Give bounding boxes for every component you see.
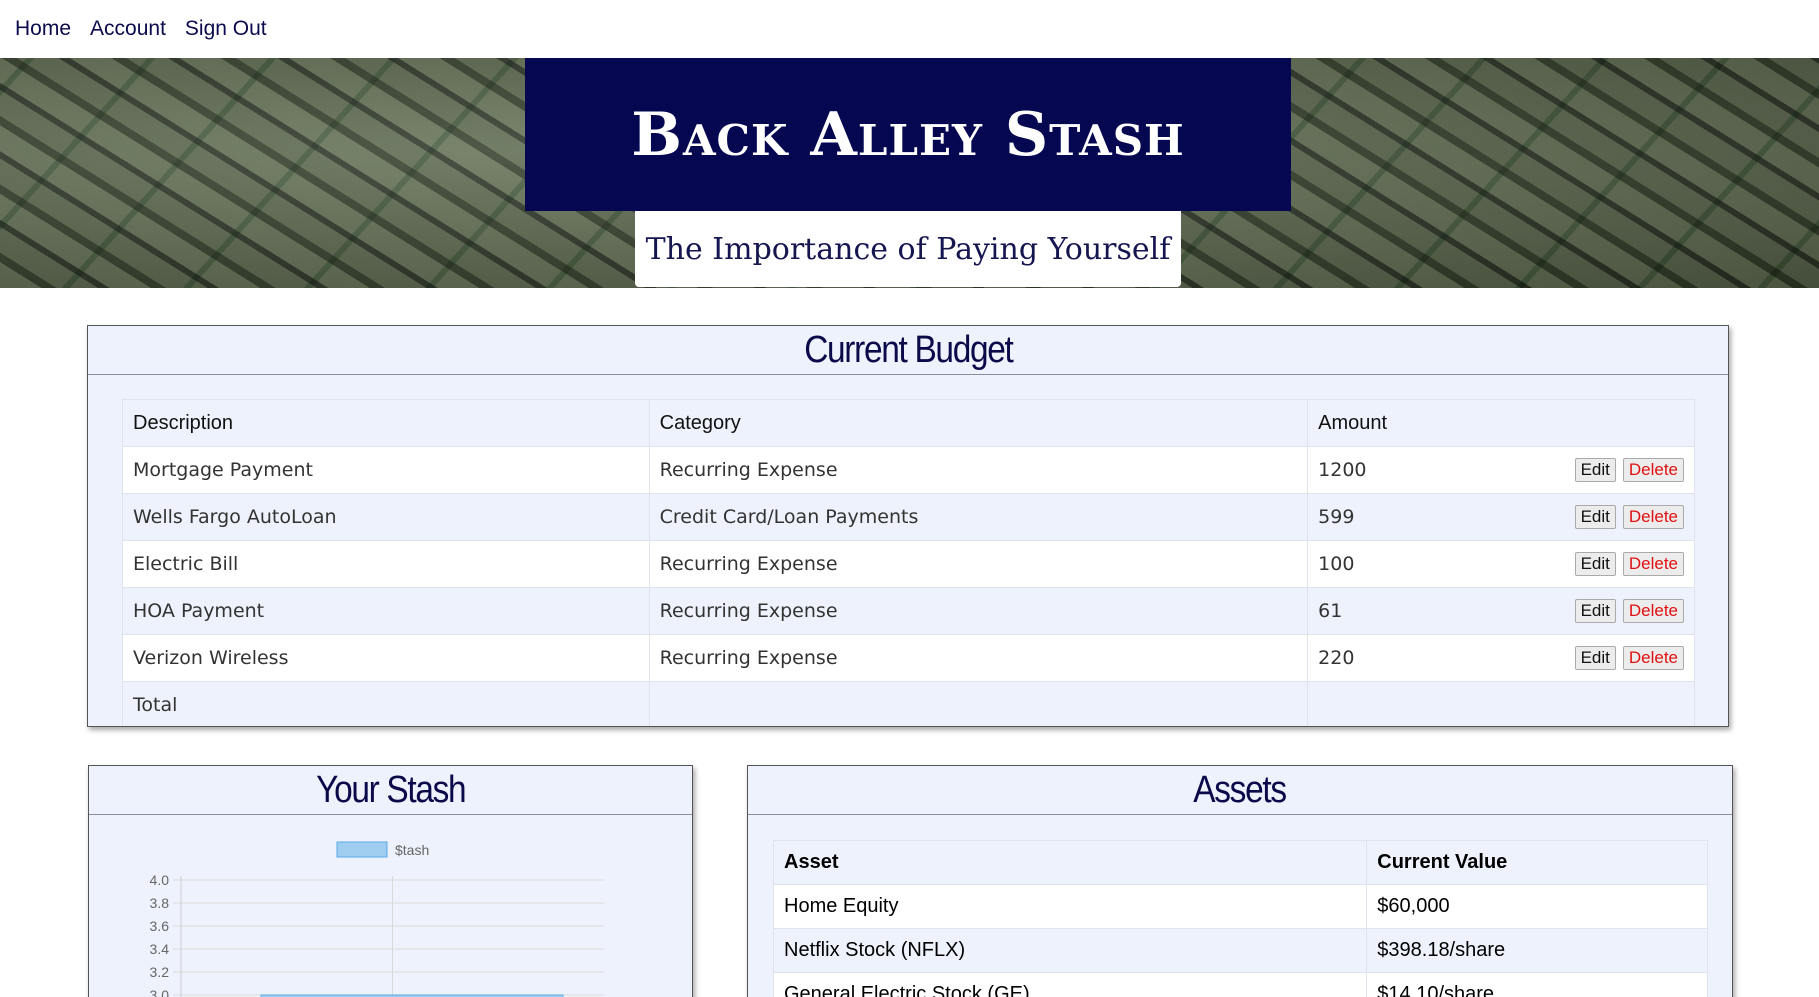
- total-row: Total: [122, 681, 1695, 726]
- table-row: Verizon Wireless Recurring Expense 220 Ed…: [122, 634, 1695, 682]
- site-title-box: Back Alley Stash: [525, 58, 1291, 211]
- row-amount: 220: [1318, 647, 1355, 669]
- y-tick-label: 3.2: [150, 964, 170, 980]
- total-amount-cell: [1307, 681, 1695, 726]
- table-row: Wells Fargo AutoLoan Credit Card/Loan Pa…: [122, 493, 1695, 541]
- legend-label: $tash: [395, 842, 429, 858]
- assets-header: Assets: [748, 766, 1732, 815]
- y-tick-label: 3.6: [150, 918, 170, 934]
- y-tick-label: 3.4: [150, 941, 170, 957]
- asset-name: Netflix Stock (NFLX): [772, 928, 1368, 973]
- total-label: Total: [122, 681, 650, 726]
- stash-header: Your Stash: [89, 766, 692, 815]
- edit-button[interactable]: Edit: [1574, 646, 1616, 670]
- row-category: Recurring Expense: [648, 587, 1309, 635]
- row-amount-cell: 220 Edit Delete: [1307, 634, 1695, 682]
- delete-button[interactable]: Delete: [1622, 599, 1684, 623]
- budget-title: Current Budget: [803, 328, 1014, 371]
- column-header-description: Description: [122, 399, 650, 447]
- row-description: HOA Payment: [122, 587, 650, 635]
- site-title: Back Alley Stash: [631, 99, 1185, 170]
- row-amount: 1200: [1318, 459, 1367, 481]
- column-header-current-value: Current Value: [1366, 840, 1708, 885]
- hero-banner: Back Alley Stash The Importance of Payin…: [0, 58, 1819, 288]
- nav-signout-link[interactable]: Sign Out: [185, 17, 267, 41]
- edit-button[interactable]: Edit: [1574, 505, 1616, 529]
- y-tick-label: 3.0: [150, 987, 170, 997]
- row-amount: 599: [1318, 506, 1355, 528]
- legend-swatch: [336, 841, 388, 858]
- row-category: Credit Card/Loan Payments: [648, 493, 1309, 541]
- site-subtitle-box: The Importance of Paying Yourself: [635, 211, 1181, 287]
- asset-name: Home Equity: [772, 884, 1368, 929]
- y-tick-label: 3.8: [150, 895, 170, 911]
- stash-bar-chart: $tash 4.0 3.8 3.6 3.4 3.2 3.0: [150, 841, 604, 997]
- row-description: Wells Fargo AutoLoan: [122, 493, 650, 541]
- table-row: Electric Bill Recurring Expense 100 Edit D…: [122, 540, 1695, 588]
- edit-button[interactable]: Edit: [1574, 458, 1616, 482]
- column-header-amount: Amount: [1307, 399, 1695, 447]
- your-stash-panel: Your Stash $tash 4.0 3.8 3.6 3.4 3.2 3.0: [88, 765, 693, 997]
- table-row: HOA Payment Recurring Expense 61 Edit Dele…: [122, 587, 1695, 635]
- row-amount: 100: [1318, 553, 1355, 575]
- delete-button[interactable]: Delete: [1622, 552, 1684, 576]
- row-amount-cell: 1200 Edit Delete: [1307, 446, 1695, 494]
- delete-button[interactable]: Delete: [1622, 505, 1684, 529]
- edit-button[interactable]: Edit: [1574, 599, 1616, 623]
- nav-account-link[interactable]: Account: [90, 17, 166, 41]
- asset-value: $60,000: [1366, 884, 1708, 929]
- site-subtitle: The Importance of Paying Yourself: [645, 231, 1171, 267]
- asset-value: $398.18/share: [1366, 928, 1708, 973]
- column-header-asset: Asset: [772, 840, 1368, 885]
- row-description: Electric Bill: [122, 540, 650, 588]
- table-row: General Electric Stock (GE) $14.10/share: [772, 972, 1708, 997]
- column-header-category: Category: [648, 399, 1309, 447]
- total-category-cell: [648, 681, 1309, 726]
- row-category: Recurring Expense: [648, 446, 1309, 494]
- top-nav: Home Account Sign Out: [0, 0, 1819, 58]
- row-category: Recurring Expense: [648, 540, 1309, 588]
- nav-home-link[interactable]: Home: [15, 17, 71, 41]
- stash-title: Your Stash: [315, 768, 466, 811]
- delete-button[interactable]: Delete: [1622, 458, 1684, 482]
- assets-title: Assets: [1193, 768, 1288, 811]
- table-row: Home Equity $60,000: [772, 884, 1708, 929]
- edit-button[interactable]: Edit: [1574, 552, 1616, 576]
- delete-button[interactable]: Delete: [1622, 646, 1684, 670]
- table-row: Mortgage Payment Recurring Expense 1200 E…: [122, 446, 1695, 494]
- row-category: Recurring Expense: [648, 634, 1309, 682]
- row-amount-cell: 61 Edit Delete: [1307, 587, 1695, 635]
- assets-panel: Assets Asset Current Value Home Equity $…: [747, 765, 1733, 997]
- row-amount-cell: 599 Edit Delete: [1307, 493, 1695, 541]
- table-row: Netflix Stock (NFLX) $398.18/share: [772, 928, 1708, 973]
- assets-table: Asset Current Value Home Equity $60,000 …: [772, 840, 1708, 997]
- row-description: Mortgage Payment: [122, 446, 650, 494]
- budget-header: Current Budget: [88, 326, 1728, 375]
- row-description: Verizon Wireless: [122, 634, 650, 682]
- row-amount: 61: [1318, 600, 1343, 622]
- y-tick-label: 4.0: [150, 872, 170, 888]
- budget-table: Description Category Amount Mortgage Pay…: [122, 399, 1695, 726]
- asset-name: General Electric Stock (GE): [772, 972, 1368, 997]
- asset-value: $14.10/share: [1366, 972, 1708, 997]
- current-budget-panel: Current Budget Description Category Amou…: [87, 325, 1729, 727]
- row-amount-cell: 100 Edit Delete: [1307, 540, 1695, 588]
